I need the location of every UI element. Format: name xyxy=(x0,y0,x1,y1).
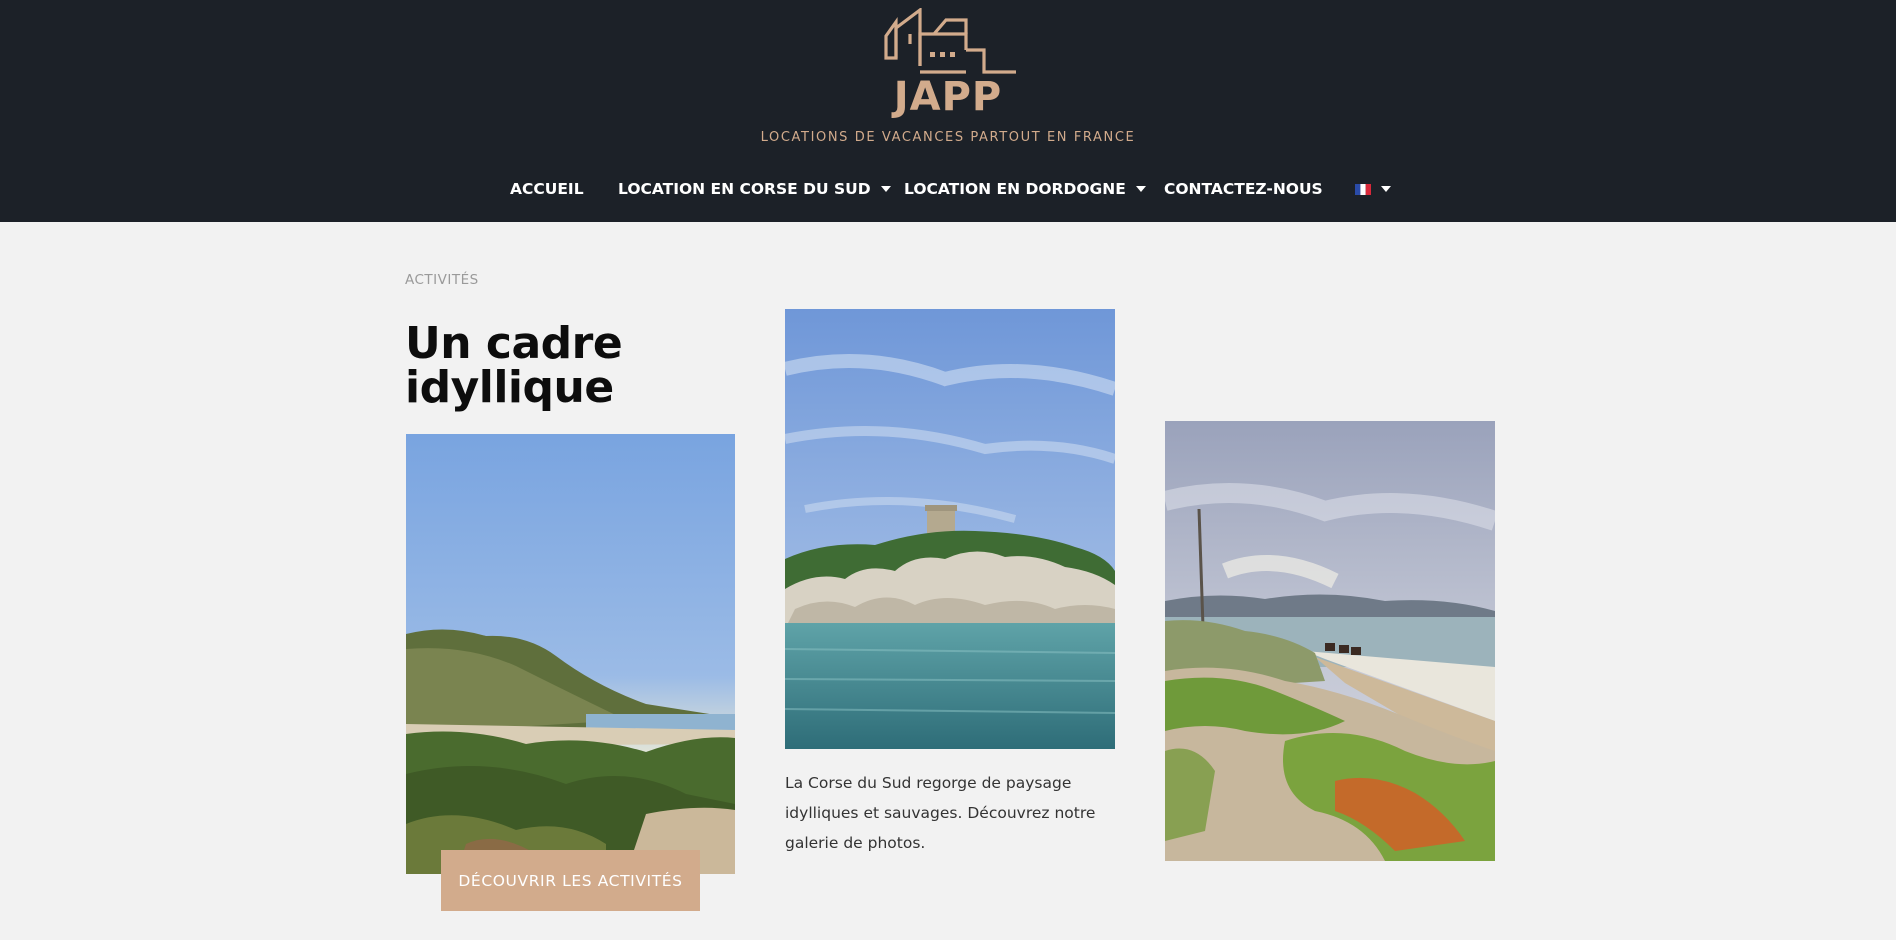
section-title: Un cadre idyllique xyxy=(405,318,623,413)
brand-name[interactable]: JAPP xyxy=(0,74,1896,120)
discover-activities-button[interactable]: DÉCOUVRIR LES ACTIVITÉS xyxy=(441,850,700,911)
nav-item-contact[interactable]: CONTACTEZ-NOUS xyxy=(1164,176,1323,202)
nav-item-label: LOCATION EN DORDOGNE xyxy=(904,180,1126,198)
section-eyebrow: ACTIVITÉS xyxy=(405,272,479,288)
hillside-beach-photo xyxy=(406,434,735,874)
nav-item-corse-du-sud[interactable]: LOCATION EN CORSE DU SUD xyxy=(618,176,891,202)
site-header: JAPP LOCATIONS DE VACANCES PARTOUT EN FR… xyxy=(0,0,1896,222)
beach-horses-photo xyxy=(1165,421,1495,861)
main-nav: ACCUEIL LOCATION EN CORSE DU SUD LOCATIO… xyxy=(0,176,1896,202)
chevron-down-icon xyxy=(1135,186,1146,192)
rocky-tower-sea-photo xyxy=(785,309,1115,749)
language-switcher[interactable] xyxy=(1355,176,1391,202)
nav-item-dordogne[interactable]: LOCATION EN DORDOGNE xyxy=(904,176,1146,202)
nav-item-label: ACCUEIL xyxy=(510,180,584,198)
french-flag-icon xyxy=(1355,183,1371,195)
nav-item-accueil[interactable]: ACCUEIL xyxy=(510,176,584,202)
nav-item-label: LOCATION EN CORSE DU SUD xyxy=(618,180,871,198)
gallery-description: La Corse du Sud regorge de paysage idyll… xyxy=(785,774,1096,852)
house-logo-icon[interactable] xyxy=(884,8,1016,80)
chevron-down-icon xyxy=(880,186,891,192)
tagline: LOCATIONS DE VACANCES PARTOUT EN FRANCE xyxy=(760,130,1136,145)
nav-item-label: CONTACTEZ-NOUS xyxy=(1164,180,1323,198)
chevron-down-icon xyxy=(1381,186,1391,192)
